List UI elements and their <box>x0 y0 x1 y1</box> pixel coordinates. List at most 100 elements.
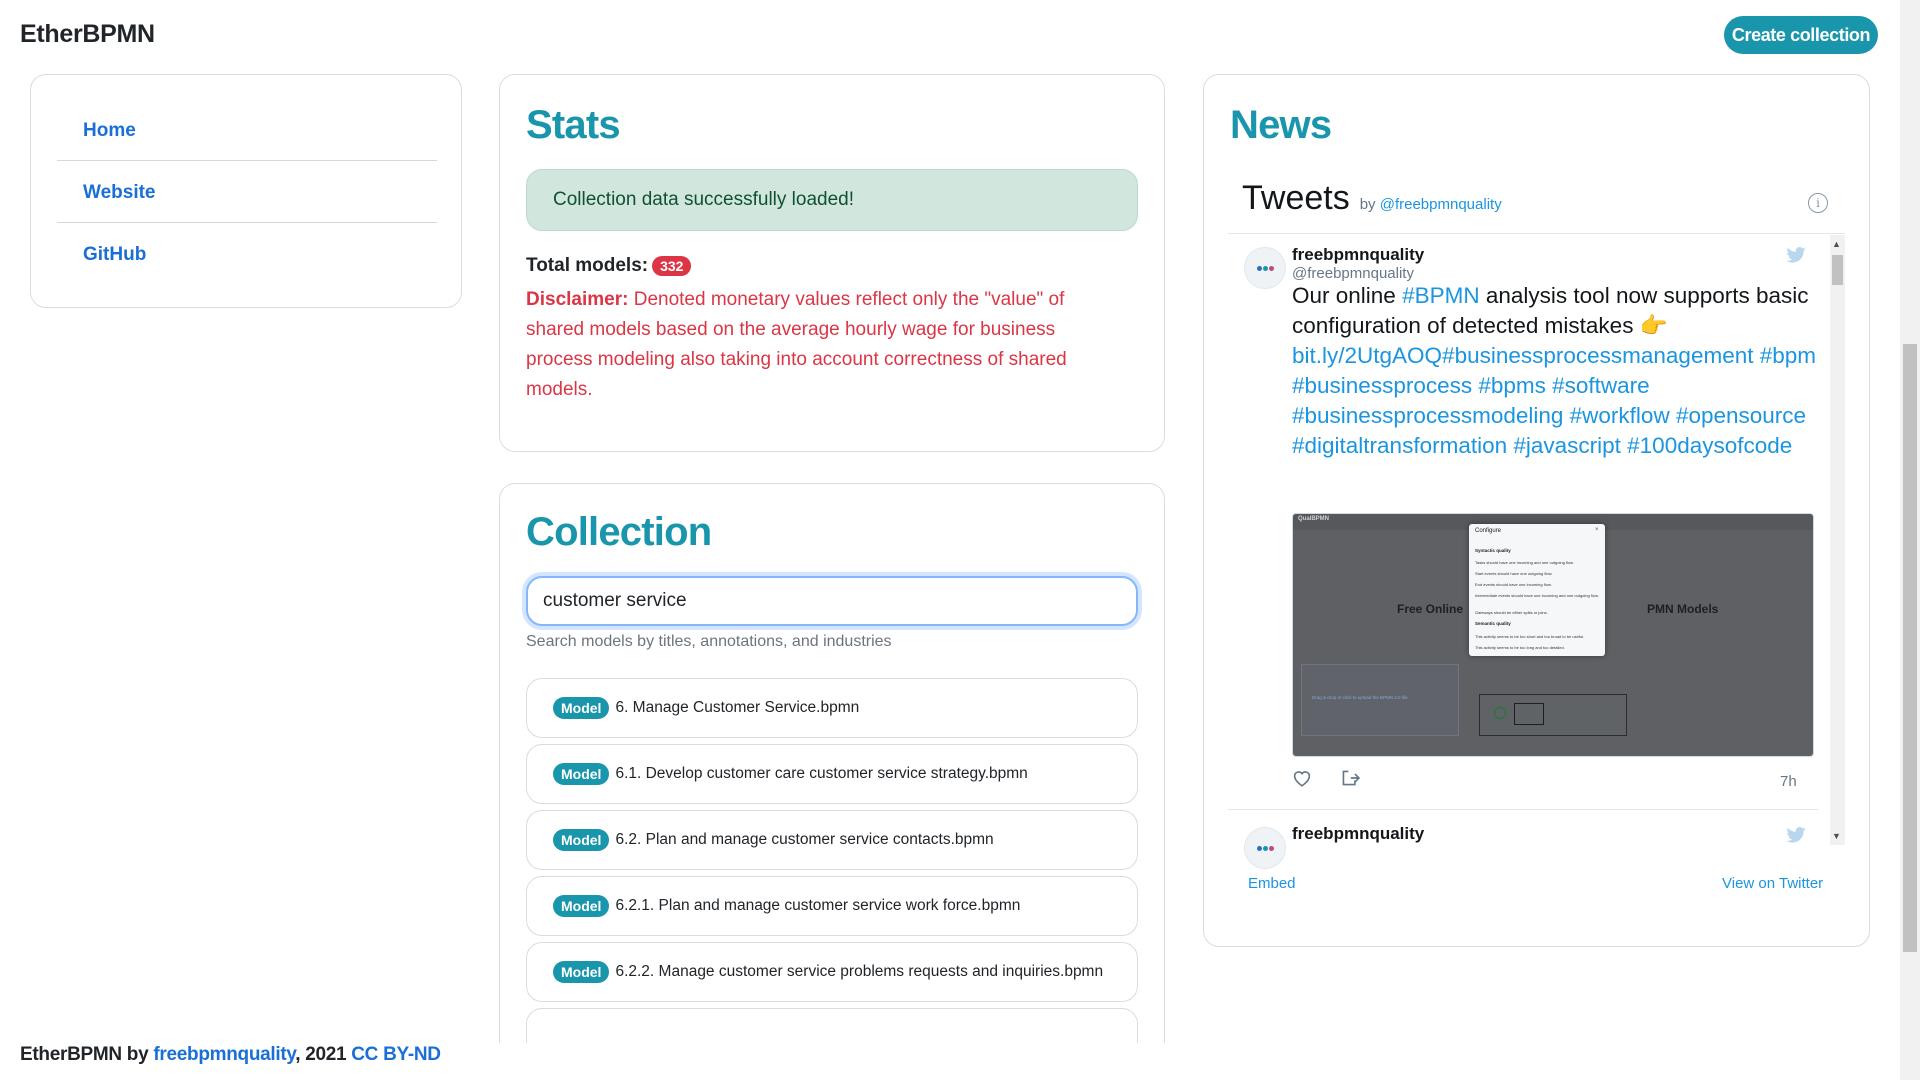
tweet-divider <box>1228 809 1818 810</box>
twitter-bird-icon[interactable] <box>1786 247 1806 268</box>
tweet-feed-scrollbar[interactable]: ▲ ▼ <box>1830 235 1845 845</box>
disclaimer-label: Disclaimer: <box>526 289 629 310</box>
total-models: Total models: 332 <box>526 255 692 277</box>
twitter-widget-title: Tweets <box>1242 179 1350 217</box>
model-list: Model 6. Manage Customer Service.bpmn Mo… <box>526 678 1138 1043</box>
twitter-widget-header: Tweets by @freebpmnquality <box>1242 179 1502 218</box>
model-badge: Model <box>553 961 610 983</box>
nav-item-website[interactable]: Website <box>57 163 437 223</box>
media-option: This activity seems to be too short and … <box>1475 634 1585 639</box>
tweet-author-handle[interactable]: @freebpmnquality <box>1292 265 1414 282</box>
tweet-timestamp[interactable]: 7h <box>1780 773 1797 790</box>
model-badge: Model <box>553 829 610 851</box>
news-title: News <box>1230 103 1332 147</box>
nav-item-github[interactable]: GitHub <box>57 225 437 285</box>
nav-divider <box>57 222 437 223</box>
page-footer: EtherBPMN by freebpmnquality, 2021 CC BY… <box>20 1044 441 1066</box>
model-list-item[interactable]: Model 6.2.1. Plan and manage customer se… <box>526 876 1138 936</box>
nav-card: Home Website GitHub <box>30 74 462 308</box>
media-option: Intermediate events should have one inco… <box>1475 593 1599 598</box>
success-alert: Collection data successfully loaded! <box>526 169 1138 231</box>
top-bar: EtherBPMN Create collection <box>0 0 1900 70</box>
media-semantic-heading: Semantic quality <box>1475 621 1511 626</box>
tweet-feed[interactable]: freebpmnquality @freebpmnquality Our onl… <box>1228 235 1845 926</box>
news-card: News Tweets by @freebpmnquality i freebp… <box>1203 74 1870 947</box>
twitter-widget-handle[interactable]: @freebpmnquality <box>1380 196 1502 213</box>
footer-license-link[interactable]: CC BY-ND <box>351 1044 441 1065</box>
avatar[interactable] <box>1244 247 1286 289</box>
total-models-label: Total models: <box>526 255 649 276</box>
media-option: Tasks should have one incoming and one o… <box>1475 560 1574 565</box>
tweet-actions <box>1292 769 1361 793</box>
media-diagram-task <box>1514 703 1544 725</box>
model-badge: Model <box>553 763 610 785</box>
search-help-text: Search models by titles, annotations, an… <box>526 633 892 650</box>
twitter-widget-byline: by @freebpmnquality <box>1360 196 1502 213</box>
search-input[interactable] <box>526 576 1138 626</box>
footer-brand: EtherBPMN <box>20 1044 122 1065</box>
media-diagram <box>1479 694 1627 736</box>
model-list-item-partial[interactable] <box>526 1008 1138 1043</box>
model-title: 6. Manage Customer Service.bpmn <box>615 699 860 716</box>
info-icon[interactable]: i <box>1808 193 1828 213</box>
twitter-divider <box>1228 233 1845 234</box>
media-option: This activity seems to be too long and t… <box>1475 645 1565 650</box>
disclaimer: Disclaimer: Denoted monetary values refl… <box>526 285 1126 405</box>
tweet-media-image[interactable]: QualBPMN Free Online PMN Models Drag & d… <box>1292 513 1814 757</box>
brand-logo[interactable]: EtherBPMN <box>20 20 155 49</box>
media-syntactic-heading: Syntactic quality <box>1475 548 1511 553</box>
media-option: Gateways should be either splits or join… <box>1475 610 1548 615</box>
media-heading-left: Free Online <box>1397 602 1464 616</box>
model-title: 6.2.2. Manage customer service problems … <box>615 963 1104 980</box>
media-option: Start events should have one outgoing fl… <box>1475 571 1553 576</box>
nav-divider <box>57 160 437 161</box>
scroll-up-icon[interactable]: ▲ <box>1832 239 1841 249</box>
model-list-item[interactable]: Model 6.2. Plan and manage customer serv… <box>526 810 1138 870</box>
nav-item-home[interactable]: Home <box>57 101 437 161</box>
tweet-text-part: Our online <box>1292 283 1396 308</box>
model-list-item[interactable]: Model 6.2.2. Manage customer service pro… <box>526 942 1138 1002</box>
model-title: 6.1. Develop customer care customer serv… <box>615 765 1028 782</box>
media-dropzone: Drag & drop or click to upload the BPMN … <box>1301 664 1459 736</box>
heart-icon[interactable] <box>1292 769 1312 793</box>
model-list-item[interactable]: Model 6. Manage Customer Service.bpmn <box>526 678 1138 738</box>
create-collection-button[interactable]: Create collection <box>1724 16 1878 54</box>
embed-link[interactable]: Embed <box>1248 875 1296 892</box>
media-option: End events should have one incoming flow… <box>1475 582 1552 587</box>
media-heading-right: PMN Models <box>1647 602 1719 616</box>
view-on-twitter-link[interactable]: View on Twitter <box>1722 875 1823 892</box>
page-scroll-thumb[interactable] <box>1903 344 1917 952</box>
tweet: freebpmnquality @freebpmnquality Our onl… <box>1228 235 1828 815</box>
byline-by: by <box>1359 196 1376 213</box>
collection-card: Collection Search models by titles, anno… <box>499 483 1165 1043</box>
media-dropzone-text: Drag & drop or click to upload the BPMN … <box>1312 695 1408 700</box>
footer-year: , 2021 <box>295 1044 347 1065</box>
tweet-author-name[interactable]: freebpmnquality <box>1292 824 1424 844</box>
tweet-feed-scroll-thumb[interactable] <box>1832 255 1843 285</box>
collection-title: Collection <box>526 510 712 554</box>
twitter-bird-icon[interactable] <box>1786 827 1806 848</box>
scroll-down-icon[interactable]: ▼ <box>1832 831 1841 841</box>
total-models-badge: 332 <box>652 256 692 276</box>
pointing-emoji: 👉 <box>1639 313 1668 338</box>
page-scrollbar[interactable] <box>1900 0 1920 1080</box>
avatar[interactable] <box>1244 827 1286 869</box>
tweet: freebpmnquality <box>1228 815 1828 869</box>
hashtag-link[interactable]: #BPMN <box>1402 283 1480 308</box>
media-dialog-close: × <box>1595 527 1599 533</box>
tweet-text: Our online #BPMN analysis tool now suppo… <box>1292 281 1832 461</box>
model-title: 6.2. Plan and manage customer service co… <box>615 831 994 848</box>
tweet-link[interactable]: bit.ly/2UtgAOQ#businessprocessmanagement <box>1292 343 1753 368</box>
media-brand: QualBPMN <box>1298 516 1330 522</box>
model-list-item[interactable]: Model 6.1. Develop customer care custome… <box>526 744 1138 804</box>
share-icon[interactable] <box>1340 769 1361 793</box>
footer-by: by <box>126 1044 149 1065</box>
media-dialog-title: Configure <box>1475 528 1502 534</box>
media-diagram-event <box>1494 707 1506 719</box>
media-config-dialog: Configure × Syntactic quality Tasks shou… <box>1469 524 1605 656</box>
model-badge: Model <box>553 697 610 719</box>
stats-card: Stats Collection data successfully loade… <box>499 74 1165 452</box>
footer-author-link[interactable]: freebpmnquality <box>153 1044 295 1065</box>
model-title: 6.2.1. Plan and manage customer service … <box>615 897 1021 914</box>
tweet-author-name[interactable]: freebpmnquality <box>1292 245 1424 265</box>
